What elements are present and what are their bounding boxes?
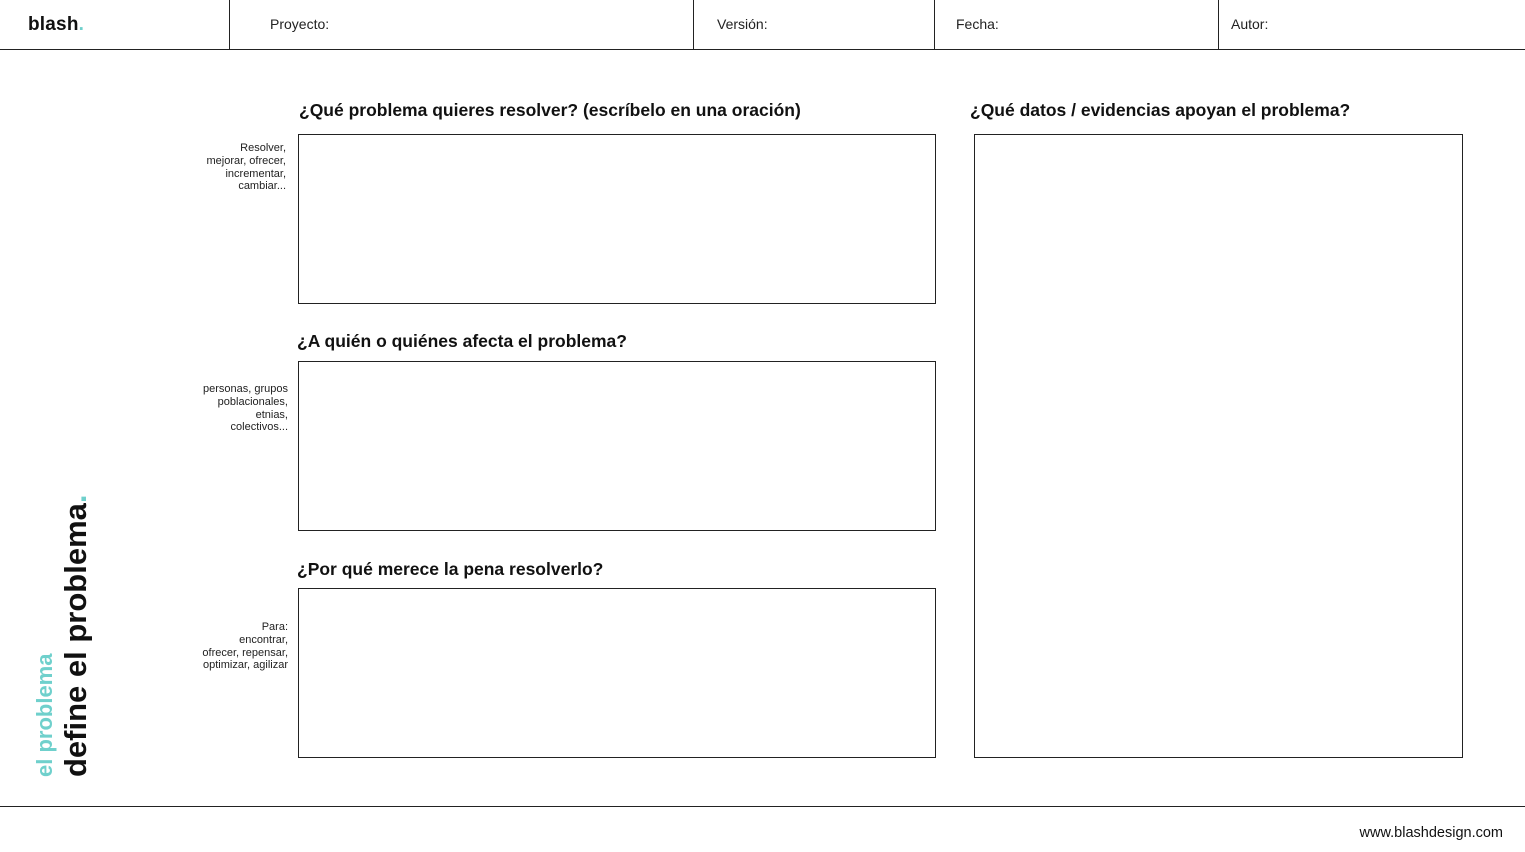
footer-divider [0,806,1525,807]
sidebar-subtitle: el problema [32,653,57,777]
hint-line: cambiar... [238,180,286,193]
hint-line: encontrar, [239,633,288,646]
hint-line: mejorar, ofrecer, [206,154,286,167]
author-label: Autor: [1231,16,1269,32]
question-1-hint: Resolver, mejorar, ofrecer, incrementar,… [176,142,286,193]
logo-text: blash [28,14,79,35]
header-bar: blash. Proyecto: Versión: Fecha: Autor: [0,0,1525,50]
question-1-answer-box[interactable] [298,134,936,304]
logo: blash. [28,14,84,36]
sidebar-title-dot: . [58,494,92,503]
question-2-answer-box[interactable] [298,361,936,531]
question-3-title: ¿Por qué merece la pena resolverlo? [297,559,604,579]
version-label: Versión: [717,16,768,32]
svg-text:define el problema.: define el problema. [58,494,92,777]
project-field[interactable]: Proyecto: [229,0,694,50]
question-4-title: ¿Qué datos / evidencias apoyan el proble… [970,100,1351,120]
question-2-hint: personas, grupos poblacionales, etnias, … [178,383,288,434]
hint-line: optimizar, agilizar [203,659,288,672]
question-2-title: ¿A quién o quiénes afecta el problema? [297,331,627,351]
hint-line: personas, grupos [203,383,288,395]
question-3-answer-box[interactable] [298,588,936,758]
question-4-answer-box[interactable] [974,134,1463,758]
date-label: Fecha: [956,16,999,32]
footer-url[interactable]: www.blashdesign.com [1360,825,1503,841]
question-1-title: ¿Qué problema quieres resolver? (escríbe… [299,100,801,120]
hint-line: Resolver, [240,142,286,154]
sidebar-title: define el problema [58,502,92,777]
version-field[interactable]: Versión: [693,0,935,50]
sidebar-title-block: el problema define el problema. [12,455,92,780]
hint-line: ofrecer, repensar, [202,646,288,659]
date-field[interactable]: Fecha: [934,0,1219,50]
hint-line: colectivos... [230,421,288,434]
project-label: Proyecto: [270,16,330,32]
sidebar-title-svg: el problema define el problema. [32,494,92,777]
logo-dot: . [78,14,85,35]
hint-line: etnias, [255,408,288,421]
hint-line: poblacionales, [217,395,288,408]
author-field[interactable]: Autor: [1218,0,1525,50]
hint-line: incrementar, [225,167,286,180]
question-3-hint: Para: encontrar, ofrecer, repensar, opti… [178,621,288,672]
hint-line: Para: [261,621,288,633]
